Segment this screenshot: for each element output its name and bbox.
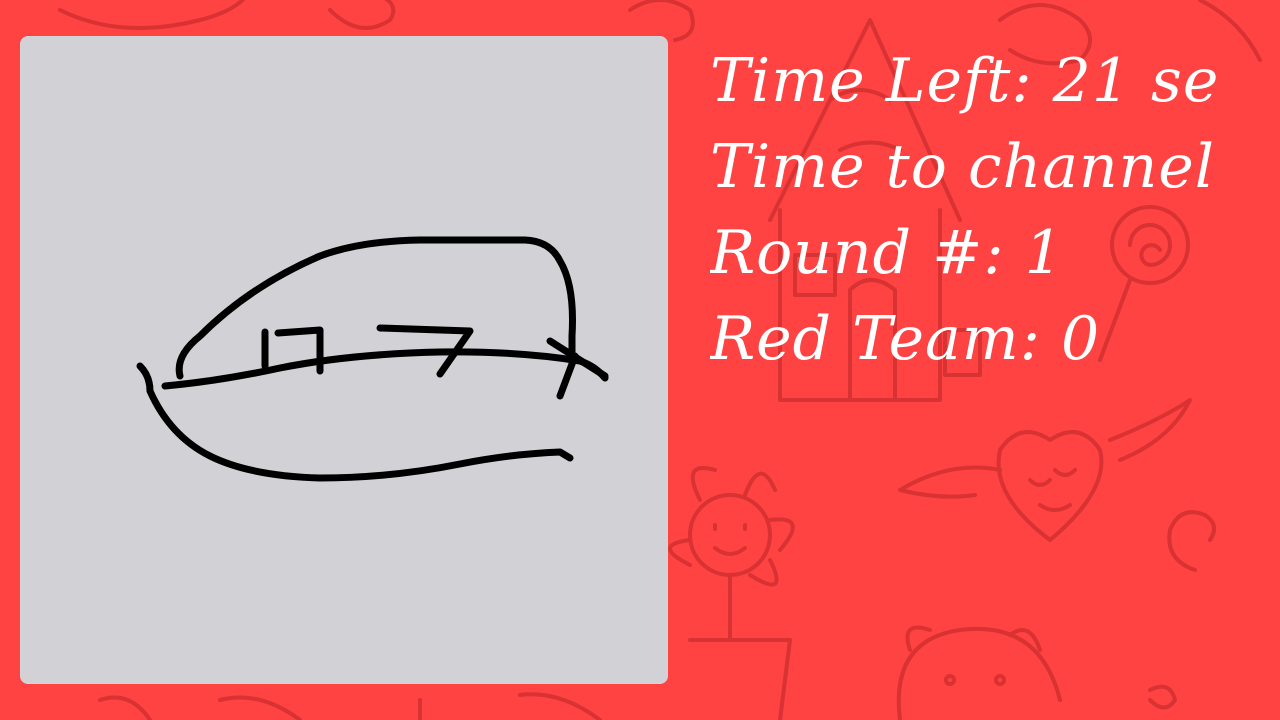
- time-left-label: Time Left: 21 se: [710, 46, 1220, 116]
- sketch-drawing: [136, 236, 609, 482]
- sketch-stroke: [161, 348, 609, 390]
- flower-doodle: [668, 466, 795, 720]
- candy-doodle: [58, 0, 396, 30]
- time-to-channel-label: Time to channel: [710, 132, 1215, 202]
- bottom-doodles: [98, 692, 602, 720]
- round-number-label: Round #: 1: [710, 218, 1064, 288]
- red-team-score-label: Red Team: 0: [710, 304, 1101, 374]
- pig-doodle: [896, 625, 1177, 720]
- game-status-panel: Time Left: 21 se Time to channel Round #…: [710, 38, 1280, 378]
- heart-wings-doodle: [898, 398, 1192, 542]
- drawing-canvas[interactable]: [20, 36, 668, 684]
